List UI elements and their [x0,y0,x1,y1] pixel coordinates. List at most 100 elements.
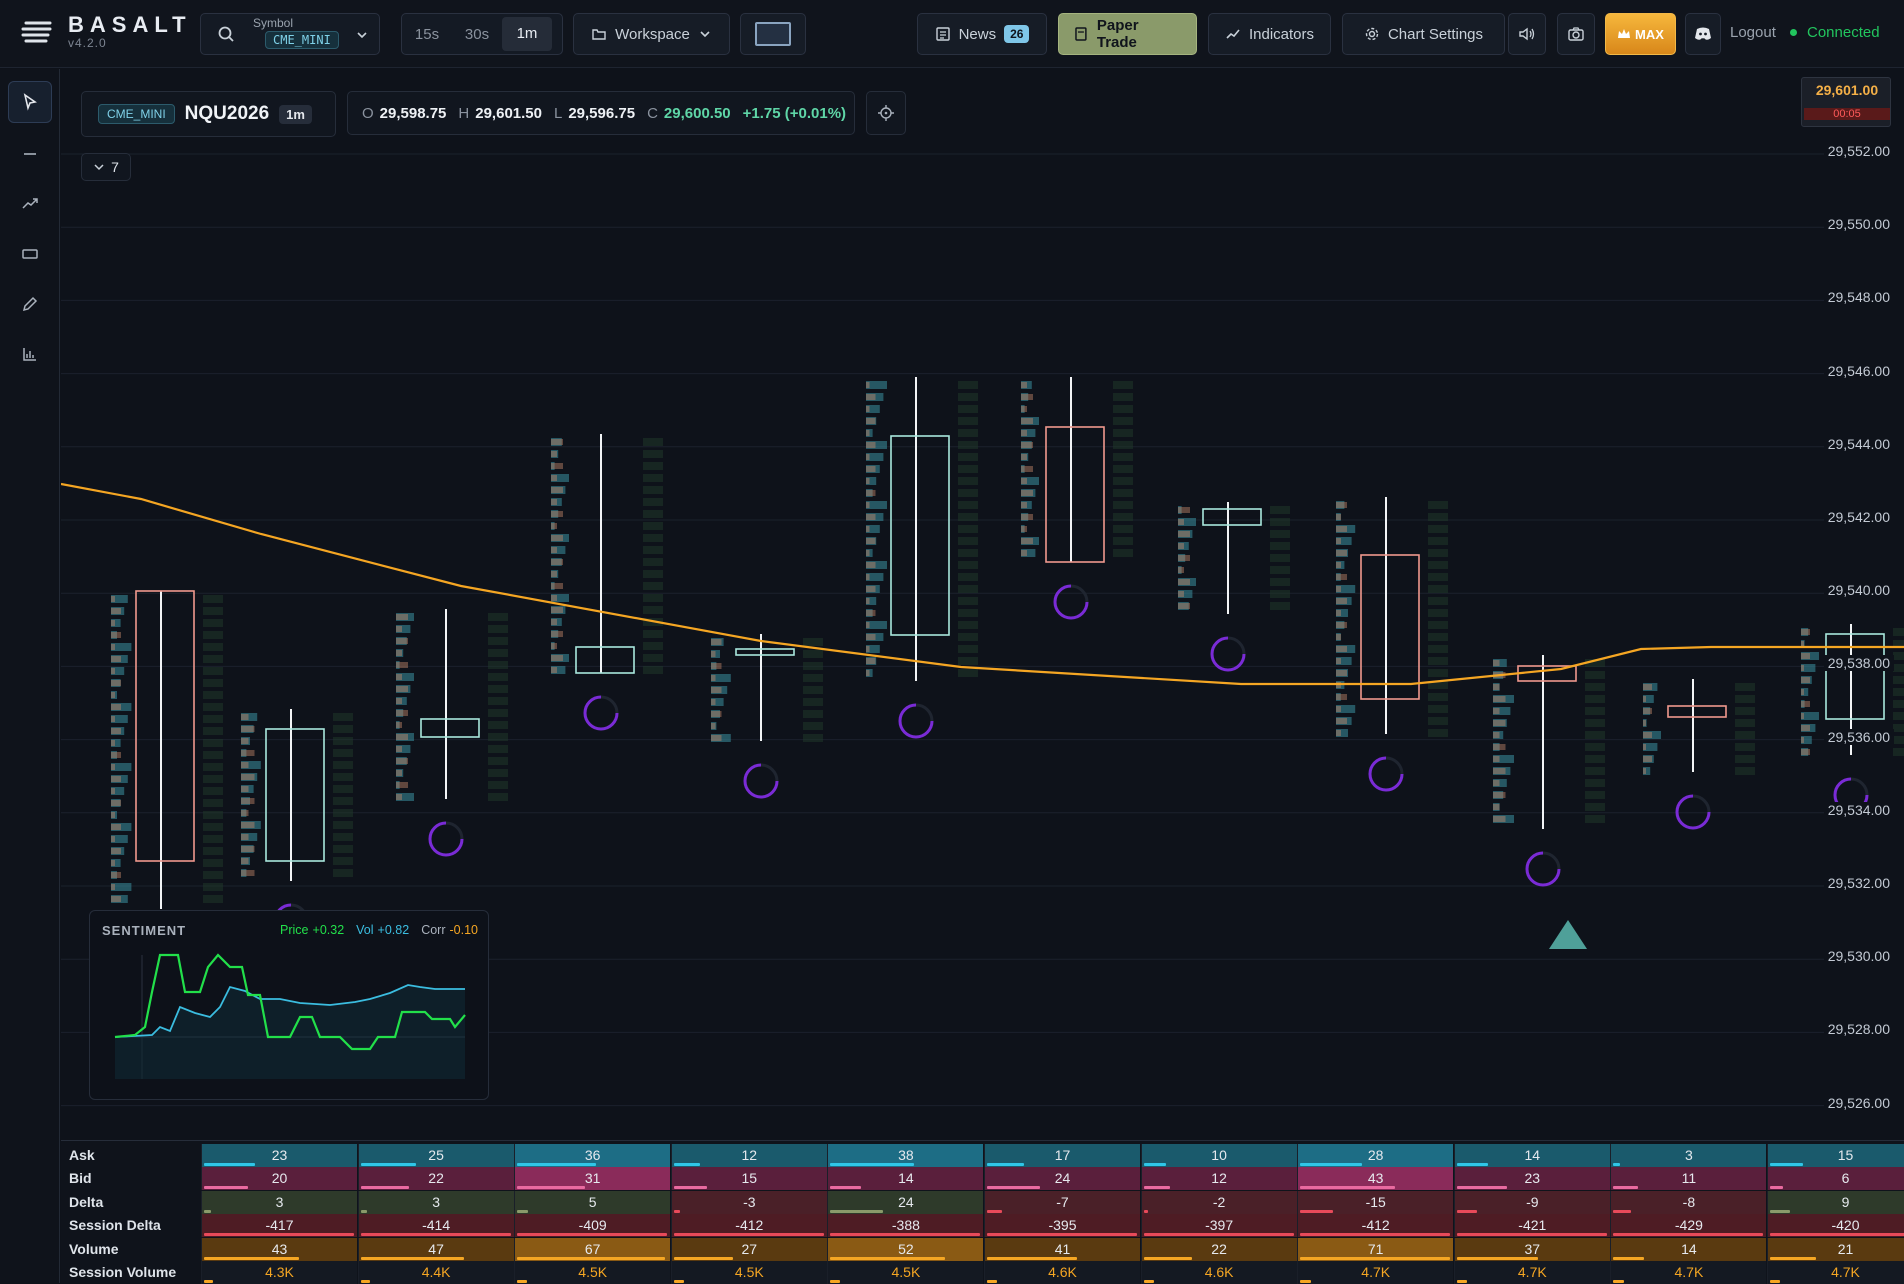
footprint-bid-bar [551,571,557,577]
footprint-bid-bar [241,846,255,852]
chart-settings-button[interactable]: Chart Settings [1342,13,1505,55]
stats-cell: -397 [1140,1214,1297,1238]
stats-cell-value: 9 [1841,1193,1850,1210]
chevron-down-icon [357,32,367,39]
stats-cell: 71 [1297,1237,1454,1261]
indicators-button[interactable]: Indicators [1208,13,1331,55]
stats-cell-bar [830,1186,862,1190]
footprint-bid-bar [551,487,563,493]
timeframe-1m[interactable]: 1m [502,17,552,51]
footprint-delta-bar [203,775,223,783]
stats-cell-value: 3 [1684,1147,1693,1163]
footprint-bid-bar [1336,526,1347,532]
logout-link[interactable]: Logout [1730,24,1776,41]
footprint-bid-bar [1801,629,1810,635]
footprint-bid-bar [396,734,408,740]
stats-cell-bar [1300,1209,1334,1213]
footprint-bid-bar [111,884,115,890]
footprint-delta-bar [1735,719,1755,727]
footprint-delta-bar [643,654,663,662]
measure-tool[interactable] [8,333,52,375]
stats-cell-bar [1456,1233,1607,1237]
footprint-delta-bar [1735,755,1755,763]
stats-cell: 22 [1140,1237,1297,1261]
price-axis-label: 29,548.00 [1823,289,1894,306]
footprint-delta-bar [488,721,508,729]
footprint-delta-bar [1735,707,1755,715]
layout-toggle-button[interactable] [740,13,806,55]
news-button[interactable]: News 26 [917,13,1047,55]
stats-cell-value: 38 [898,1147,914,1163]
indicator-collapse-toggle[interactable]: 7 [81,153,131,181]
footprint-delta-bar [643,666,663,674]
stats-cell-value: -3 [743,1193,756,1210]
stats-cell-value: -9 [1526,1193,1539,1210]
top-toolbar: BASALT v4.2.0 Symbol CME_MINI 15s 30s 1m… [0,0,1904,68]
footprint-delta-bar [643,558,663,566]
stats-cell-value: -397 [1205,1217,1234,1234]
trend-tool[interactable] [8,183,52,225]
pencil-tool[interactable] [8,283,52,325]
footprint-bid-bar [1021,478,1027,484]
stats-row-label: Volume [69,1240,119,1257]
sentiment-panel[interactable]: SENTIMENT Price +0.32 Vol +0.82 Corr -0.… [89,910,489,1100]
stats-cell-bar [1456,1163,1488,1166]
line-tool[interactable] [8,133,52,175]
screenshot-button[interactable] [1557,13,1595,55]
footprint-bid-bar [1021,490,1033,496]
footprint-bid-bar [551,631,563,637]
timeframe-30s[interactable]: 30s [452,26,502,43]
footprint-delta-bar [1893,712,1904,720]
footprint-bid-bar [866,598,870,604]
footprint-delta-bar [1113,429,1133,437]
footprint-bid-bar [1493,684,1500,690]
stats-cell-value: 36 [584,1147,601,1163]
app-logo[interactable]: BASALT v4.2.0 [20,14,192,50]
footprint-bid-bar [396,746,402,752]
footprint-delta-bar [333,809,353,817]
discord-button[interactable] [1685,13,1721,55]
footprint-bid-bar [866,574,870,580]
paper-trade-button[interactable]: Paper Trade [1058,13,1197,55]
stats-cell: 23 [201,1144,357,1167]
footprint-delta-bar [488,733,508,741]
status-label: Connected [1807,24,1880,41]
footprint-bid-bar [866,622,870,628]
stats-cell: 43 [1297,1167,1454,1191]
footprint-delta-bar [643,582,663,590]
stats-cell-bar [1143,1233,1294,1237]
timeframe-15s[interactable]: 15s [402,26,452,43]
price-axis-label: 29,540.00 [1823,582,1894,599]
symbol-selector[interactable]: Symbol CME_MINI [200,13,380,55]
stats-cell: -421 [1453,1214,1610,1238]
footprint-bid-bar [1178,543,1184,549]
stats-cell-value: -2 [1212,1193,1226,1210]
footprint-bid-bar [1493,660,1500,666]
chart-canvas[interactable]: CME_MINI NQU2026 1m O 29,598.75 H 29,601… [61,69,1904,1139]
footprint-bid-bar [1801,689,1804,695]
rectangle-tool[interactable] [8,233,52,275]
max-plan-badge[interactable]: MAX [1605,13,1676,55]
stats-cell-value: 25 [428,1147,444,1163]
stats-cell-value: 23 [271,1147,288,1163]
footprint-delta-bar [203,823,223,831]
footprint-bid-bar [551,655,563,661]
footprint-bid-bar [551,451,557,457]
crosshair-button[interactable] [866,91,906,135]
footprint-delta-bar [1113,513,1133,521]
sound-button[interactable] [1508,13,1546,55]
price-axis-label: 29,528.00 [1823,1021,1894,1038]
stats-cell: 9 [1767,1190,1904,1214]
stats-cell: 4.4K [357,1261,514,1284]
footprint-delta-bar [1585,731,1605,739]
footprint-bid-bar [1021,418,1033,424]
stats-row: Session Volume 4.3K 4.4K 4.5K 4.5K 4.5K 4.6K 4.… [61,1261,1904,1284]
stats-cell: -417 [201,1214,357,1238]
cursor-tool[interactable] [8,81,52,123]
footprint-delta-bar [958,477,978,485]
footprint-delta-bar [488,625,508,633]
stats-cell: 15 [1767,1144,1904,1167]
workspace-button[interactable]: Workspace [573,13,730,55]
footprint-bid-bar [551,475,557,481]
footprint-delta-bar [958,501,978,509]
